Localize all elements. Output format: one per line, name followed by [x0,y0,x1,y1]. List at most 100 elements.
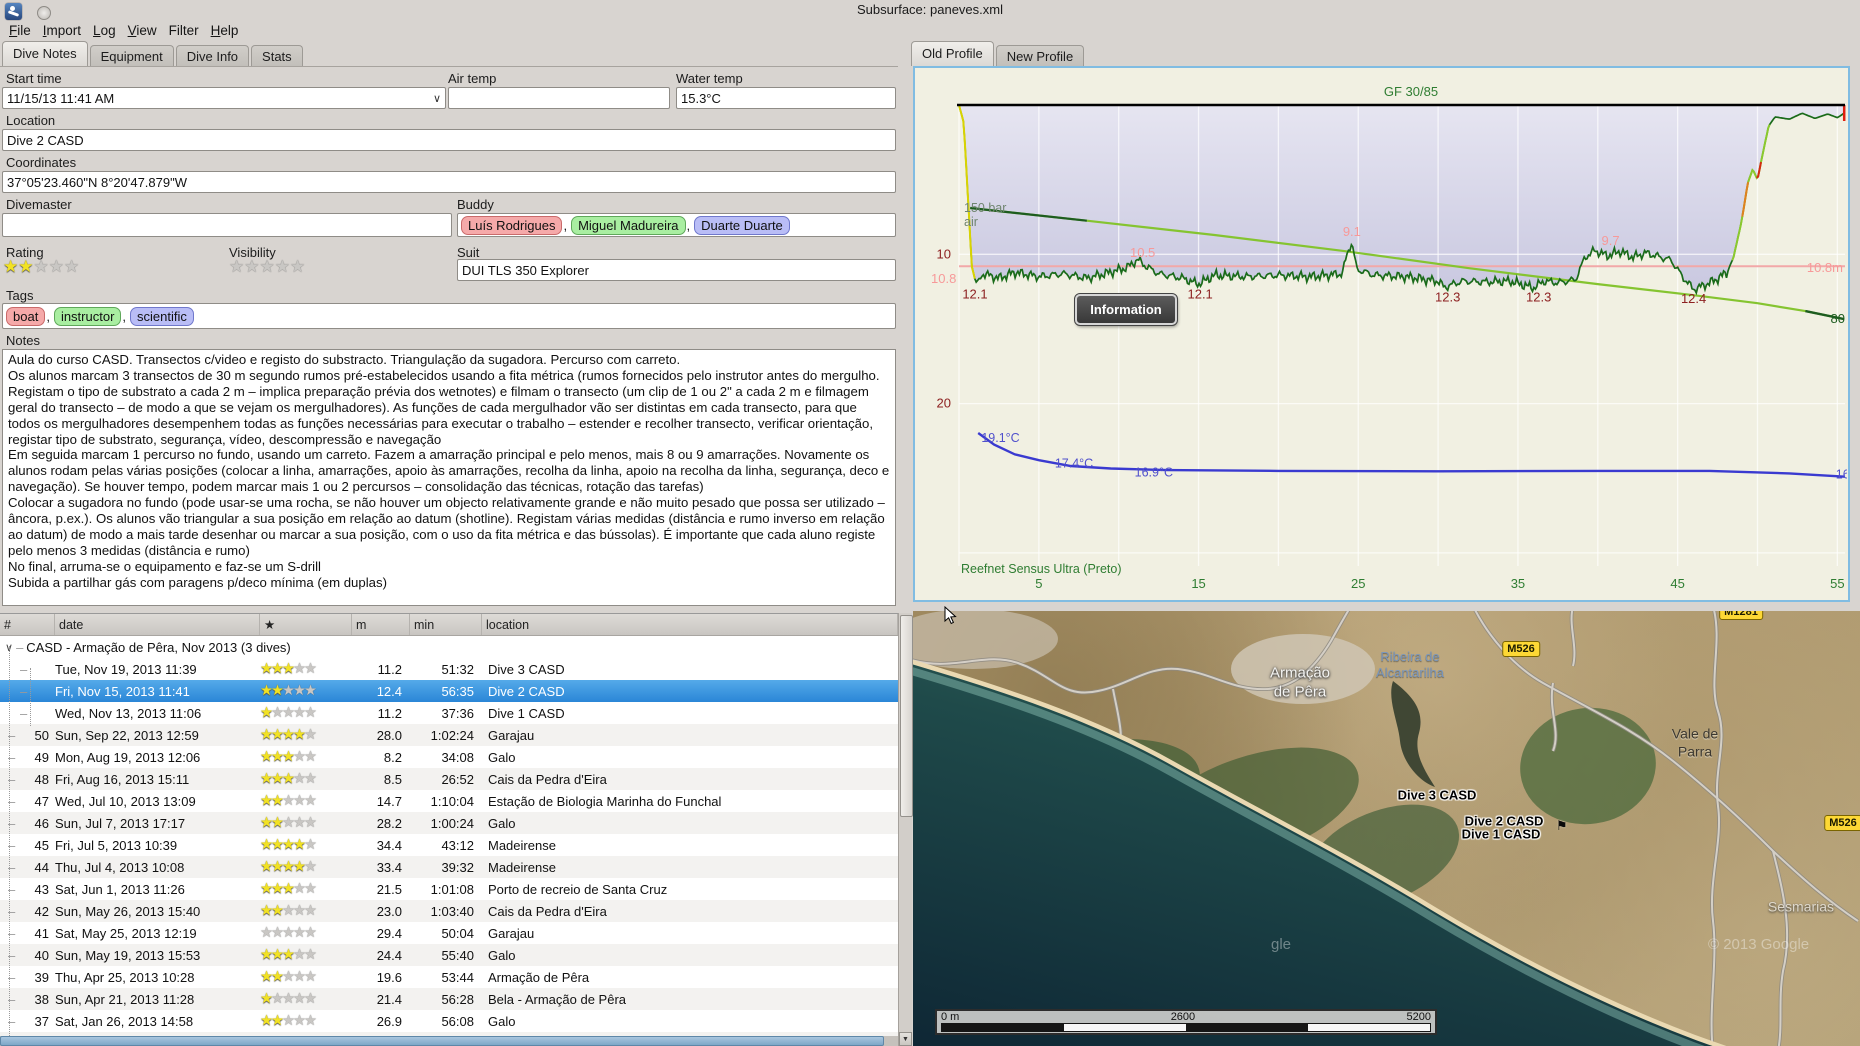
location-field[interactable]: Dive 2 CASD [2,129,896,151]
dive-row[interactable]: –42 Sun, May 26, 2013 15:40 ★★★★★ 23.0 1:03:… [0,900,898,922]
dive-duration: 56:28 [441,991,474,1007]
star-icon: ★ [304,947,317,964]
dive-flag-icon[interactable]: ⚑ [1556,818,1568,834]
column-header-location[interactable]: location [482,614,898,635]
scrollbar-thumb-horizontal[interactable] [0,1036,884,1046]
dive-row[interactable]: –47 Wed, Jul 10, 2013 13:09 ★★★★★ 14.7 1:10:… [0,790,898,812]
dive-location: Madeirense [488,859,556,875]
column-header-min[interactable]: min [410,614,482,635]
dive-row[interactable]: –44 Thu, Jul 4, 2013 10:08 ★★★★★ 33.4 39:32 M… [0,856,898,878]
dive-row[interactable]: – Fri, Nov 15, 2013 11:41 ★★★★★ 12.4 56:35 Di… [0,680,898,702]
dive-list-vertical-scrollbar[interactable]: ▼ [898,613,913,1046]
scale-zero: 0 m [941,1011,960,1023]
scale-segment [942,1024,1064,1031]
dive-row[interactable]: –37 Sat, Jan 26, 2013 14:58 ★★★★★ 26.9 56:08… [0,1010,898,1032]
trip-row[interactable]: ∨ – CASD - Armação de Pêra, Nov 2013 (3 … [0,636,898,658]
dive-row[interactable]: –38 Sun, Apr 21, 2013 11:28 ★★★★★ 21.4 56:28… [0,988,898,1010]
information-button[interactable]: Information [1074,293,1178,326]
notes-textarea[interactable]: Aula do curso CASD. Transectos c/video e… [2,349,896,606]
dive-row[interactable]: –40 Sun, May 19, 2013 15:53 ★★★★★ 24.4 55:40… [0,944,898,966]
dive-list-header[interactable]: # date ★ m min location [0,614,898,636]
divemaster-field[interactable] [2,213,452,237]
dive-date: Tue, Nov 19, 2013 11:39 [55,661,197,677]
tab-new-profile[interactable]: New Profile [995,45,1085,66]
chart-label: 9.7 [1602,233,1620,248]
star-icon: ★ [293,793,306,810]
dive-row[interactable]: –49 Mon, Aug 19, 2013 12:06 ★★★★★ 8.2 34:08 G… [0,746,898,768]
star-icon: ★ [282,925,295,942]
star-icon: ★ [260,727,273,744]
tags-field[interactable]: boat, instructor, scientific [2,303,896,329]
dive-depth: 28.0 [376,727,402,743]
star-icon: ★ [229,257,245,276]
water-temp-field[interactable]: 15.3°C [676,87,896,109]
tab-stats[interactable]: Stats [251,45,303,66]
menu-help[interactable]: Help [205,20,245,41]
dive-row[interactable]: – Tue, Nov 19, 2013 11:39 ★★★★★ 11.2 51:32 Di… [0,658,898,680]
chart-label: 17.4°C [1055,457,1093,471]
tab-dive-notes[interactable]: Dive Notes [2,41,88,66]
buddy-pill[interactable]: Miguel Madureira [571,215,686,235]
start-time-combo[interactable]: 11/15/13 11:41 AM ∨ [2,87,446,109]
chart-label: 12.1 [962,287,987,302]
star-icon: ★ [293,991,306,1008]
air-temp-field[interactable] [448,87,670,109]
menu-log[interactable]: Log [87,20,122,41]
chevron-down-icon[interactable]: ∨ [433,92,441,105]
buddy-field[interactable]: Luís Rodrigues, Miguel Madureira, Duarte D… [457,213,896,237]
menu-view[interactable]: View [122,20,163,41]
coordinates-field[interactable]: 37°05'23.460"N 8°20'47.879"W [2,171,896,193]
dive-date: Sun, May 26, 2013 15:40 [55,903,201,919]
star-icon: ★ [271,793,284,810]
star-icon: ★ [304,925,317,942]
dive-row[interactable]: –43 Sat, Jun 1, 2013 11:26 ★★★★★ 21.5 1:01:0… [0,878,898,900]
dive-location: Cais da Pedra d'Eira [488,771,607,787]
menu-file[interactable]: File [3,20,37,41]
dive-list-horizontal-scrollbar[interactable] [0,1036,898,1046]
dive-row[interactable]: –46 Sun, Jul 7, 2013 17:17 ★★★★★ 28.2 1:00:2… [0,812,898,834]
tags-pill[interactable]: scientific [130,306,194,326]
scroll-down-button[interactable]: ▼ [899,1032,912,1046]
dive-row[interactable]: – Wed, Nov 13, 2013 11:06 ★★★★★ 11.2 37:36 Di… [0,702,898,724]
expander-icon[interactable]: ∨ [0,641,13,654]
tab-old-profile[interactable]: Old Profile [911,41,994,66]
scrollbar-thumb[interactable] [900,615,913,817]
menu-filter[interactable]: Filter [163,20,205,41]
star-icon: ★ [271,815,284,832]
buddy-pill[interactable]: Duarte Duarte [694,215,790,235]
tab-equipment[interactable]: Equipment [89,45,174,66]
dive-depth: 23.0 [376,903,402,919]
star-icon: ★ [260,881,273,898]
dive-row[interactable]: –41 Sat, May 25, 2013 12:19 ★★★★★ 29.4 50:04… [0,922,898,944]
column-header-m[interactable]: m [352,614,410,635]
star-icon: ★ [304,749,317,766]
tab-dive-info[interactable]: Dive Info [175,45,250,66]
start-time-value: 11/15/13 11:41 AM [7,90,115,106]
column-header-date[interactable]: date [55,614,260,635]
chart-label: 9.1 [1343,224,1361,239]
column-header-num[interactable]: # [0,614,55,635]
dive-row[interactable]: –45 Fri, Jul 5, 2013 10:39 ★★★★★ 34.4 43:12 M… [0,834,898,856]
dive-row[interactable]: –39 Thu, Apr 25, 2013 10:28 ★★★★★ 19.6 53:44… [0,966,898,988]
window-title: Subsurface: paneves.xml [857,2,1003,17]
buddy-pill[interactable]: Luís Rodrigues [461,215,563,235]
dive-site-map[interactable]: Armação de Pêra Ribeira de Alcantarilha Va… [913,611,1860,1046]
visibility-stars[interactable]: ★★★★★ [229,258,305,277]
menu-import[interactable]: Import [37,20,87,41]
chart-label: 16.9°C [1135,466,1173,480]
scale-segment [1064,1024,1186,1031]
dive-date: Wed, Jul 10, 2013 13:09 [55,793,196,809]
suit-field[interactable]: DUI TLS 350 Explorer [457,259,896,281]
dive-depth: 19.6 [376,969,402,985]
tags-pill[interactable]: boat [6,306,46,326]
tags-pill[interactable]: instructor [53,306,122,326]
chart-label: 15 [1191,576,1205,591]
column-header-★[interactable]: ★ [260,614,352,635]
dive-row[interactable]: –48 Fri, Aug 16, 2013 15:11 ★★★★★ 8.5 26:52 C… [0,768,898,790]
dive-stars: ★★★★★ [260,947,352,963]
dive-row[interactable]: –50 Sun, Sep 22, 2013 12:59 ★★★★★ 28.0 1:02:… [0,724,898,746]
dive-duration: 50:04 [441,925,474,941]
star-icon: ★ [304,771,317,788]
rating-stars[interactable]: ★★★★★ [3,258,79,277]
dive-stars: ★★★★★ [260,683,352,699]
